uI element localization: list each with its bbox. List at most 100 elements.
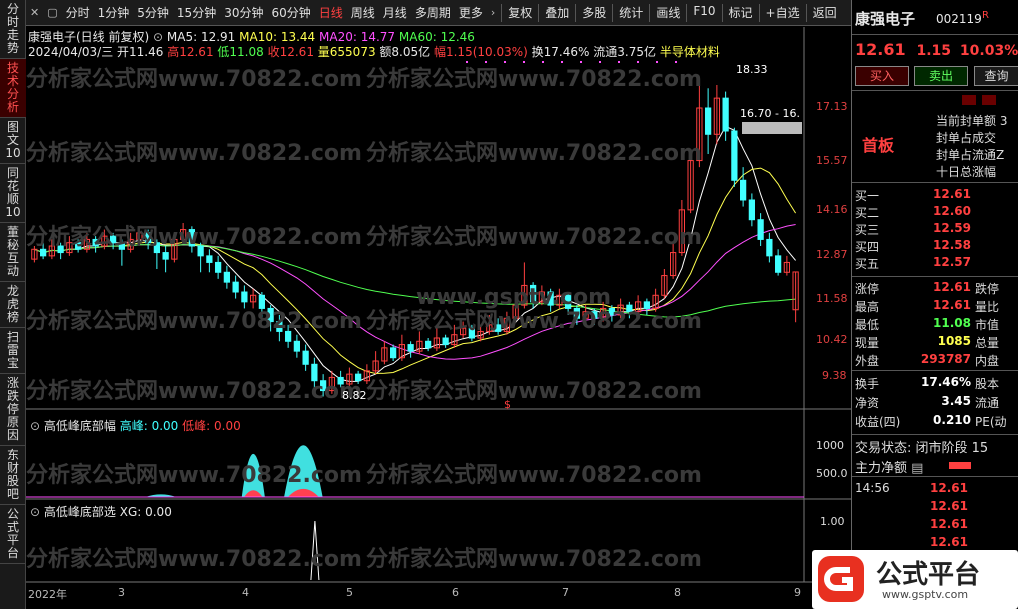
left-tab[interactable]: 技术分析 <box>0 59 26 118</box>
period-tab[interactable]: 分时 <box>62 4 94 21</box>
stat-right-label: 内盘 <box>975 354 1000 368</box>
stat-row: 收益(四) 0.210 PE(动 <box>855 413 1018 429</box>
price-tick: 11.58 <box>816 292 848 305</box>
period-tab[interactable]: 日线 <box>315 4 347 21</box>
candle-body <box>92 238 99 247</box>
stat-right-label: 量比 <box>975 300 1000 314</box>
orderbook-row[interactable]: 买五 12.57 <box>855 255 1018 271</box>
period-tab[interactable]: 5分钟 <box>133 4 173 21</box>
left-tab[interactable]: 东财股吧 <box>0 446 26 505</box>
left-tab[interactable]: 分时走势 <box>0 0 26 59</box>
divider <box>852 434 1018 435</box>
period-tab[interactable]: 月线 <box>379 4 411 21</box>
toolbar-action[interactable]: 统计 <box>615 4 647 22</box>
toolbar-action[interactable]: 叠加 <box>541 4 573 22</box>
toolbar-separator <box>721 3 723 22</box>
price-tick: 15.57 <box>816 154 848 167</box>
orderbook-label: 买五 <box>855 257 880 271</box>
close-icon[interactable]: ✕ <box>26 6 43 19</box>
toolbar-action[interactable]: F10 <box>689 4 719 22</box>
left-tab[interactable]: 董秘互动 <box>0 223 26 282</box>
signal-dot <box>561 61 563 63</box>
orderbook-label: 买一 <box>855 189 880 203</box>
left-tab[interactable]: 涨跌停原因 <box>0 374 26 446</box>
indicator2-header: ⊙ 高低峰底部选 XG: 0.00 <box>30 503 172 520</box>
main-flow-label: 主力净额 ▤ <box>855 457 923 476</box>
candle-body <box>320 380 327 392</box>
tick-row: 12.61 <box>855 499 968 513</box>
candle-body <box>337 376 344 385</box>
orderbook-row[interactable]: 买四 12.58 <box>855 238 1018 254</box>
candle-body <box>197 245 204 257</box>
period-tab[interactable]: 60分钟 <box>267 4 314 21</box>
stat-label: 涨停 <box>855 282 880 296</box>
left-tab[interactable]: 图文10 <box>0 118 26 164</box>
candle-body <box>311 363 318 382</box>
divider <box>852 90 1018 91</box>
seal-ratio-trade: 封单占成交 <box>936 131 997 145</box>
toolbar-action[interactable]: 返回 <box>809 4 841 22</box>
stat-label: 现量 <box>855 336 880 350</box>
period-tab[interactable]: 更多 <box>455 4 487 21</box>
toolbar-separator <box>686 3 688 22</box>
period-tab[interactable]: 15分钟 <box>173 4 220 21</box>
candlestick-chart <box>26 27 851 583</box>
signal-dot <box>618 61 620 63</box>
square-icon[interactable]: ▢ <box>43 6 61 19</box>
sell-button[interactable]: 卖出 <box>914 66 968 86</box>
candle-body <box>110 235 117 244</box>
left-tab[interactable]: 同花顺10 <box>0 164 26 223</box>
gear-icon[interactable]: ⊙ <box>30 419 40 433</box>
orderbook-row[interactable]: 买一 12.61 <box>855 187 1018 203</box>
list-icon[interactable]: ▤ <box>911 461 923 476</box>
candle-body <box>302 350 309 365</box>
chart-area[interactable]: 康强电子(日线 前复权) ⊙ MA5: 12.91 MA10: 13.44 MA… <box>26 27 851 609</box>
left-tab[interactable]: 龙虎榜 <box>0 282 26 328</box>
candle-body <box>775 255 782 273</box>
main-flow-text: 主力净额 <box>855 461 908 476</box>
chevron-right-icon[interactable]: › <box>487 6 499 19</box>
left-tab[interactable]: 扫雷宝 <box>0 328 26 374</box>
range-annotation: 16.70 - 16. <box>740 107 800 120</box>
buy-button[interactable]: 买入 <box>855 66 909 86</box>
left-tab[interactable]: 公式平台 <box>0 505 26 564</box>
period-tab[interactable]: 30分钟 <box>220 4 267 21</box>
period-tab[interactable]: 多周期 <box>411 4 455 21</box>
indicator1-tick: 500.0 <box>816 467 848 480</box>
candle-body <box>75 242 82 250</box>
tick-price: 12.61 <box>930 499 968 513</box>
tick-price: 12.61 <box>930 481 968 495</box>
toolbar-action[interactable]: 画线 <box>652 4 684 22</box>
stat-label: 换手 <box>855 377 880 391</box>
stat-value: 17.46% <box>921 375 971 389</box>
gear-icon[interactable]: ⊙ <box>30 505 40 519</box>
board-label: 首板 <box>862 136 895 155</box>
toolbar-action[interactable]: 多股 <box>578 4 610 22</box>
logo-url: www.gsptv.com <box>882 588 969 601</box>
toolbar-action[interactable]: +自选 <box>762 4 804 22</box>
toolbar-action[interactable]: 标记 <box>725 4 757 22</box>
logo-text: 公式平台 <box>876 560 981 590</box>
toolbar-action[interactable]: 复权 <box>504 4 536 22</box>
candle-body <box>188 229 195 247</box>
stat-value: 12.61 <box>933 298 971 312</box>
candle-body <box>608 307 615 316</box>
seal-ratio-float: 封单占流通Z <box>936 148 1005 162</box>
stat-right-label: PE(动 <box>975 415 1007 429</box>
candle-body <box>258 294 265 309</box>
period-tab[interactable]: 1分钟 <box>94 4 134 21</box>
orderbook-row[interactable]: 买二 12.60 <box>855 204 1018 220</box>
stat-row: 外盘 293787 内盘 <box>855 352 1018 368</box>
orderbook-row[interactable]: 买三 12.59 <box>855 221 1018 237</box>
candle-body <box>740 179 747 201</box>
collapse-icon[interactable] <box>982 95 996 105</box>
query-button[interactable]: 查询 <box>974 66 1018 86</box>
ma10-line <box>34 167 797 375</box>
period-tab[interactable]: 周线 <box>347 4 379 21</box>
divider <box>852 182 1018 183</box>
expand-icon[interactable] <box>962 95 976 105</box>
orderbook-price: 12.59 <box>933 221 971 235</box>
stat-right-label: 股本 <box>975 377 1000 391</box>
orderbook-label: 买二 <box>855 206 880 220</box>
orderbook-label: 买三 <box>855 223 880 237</box>
